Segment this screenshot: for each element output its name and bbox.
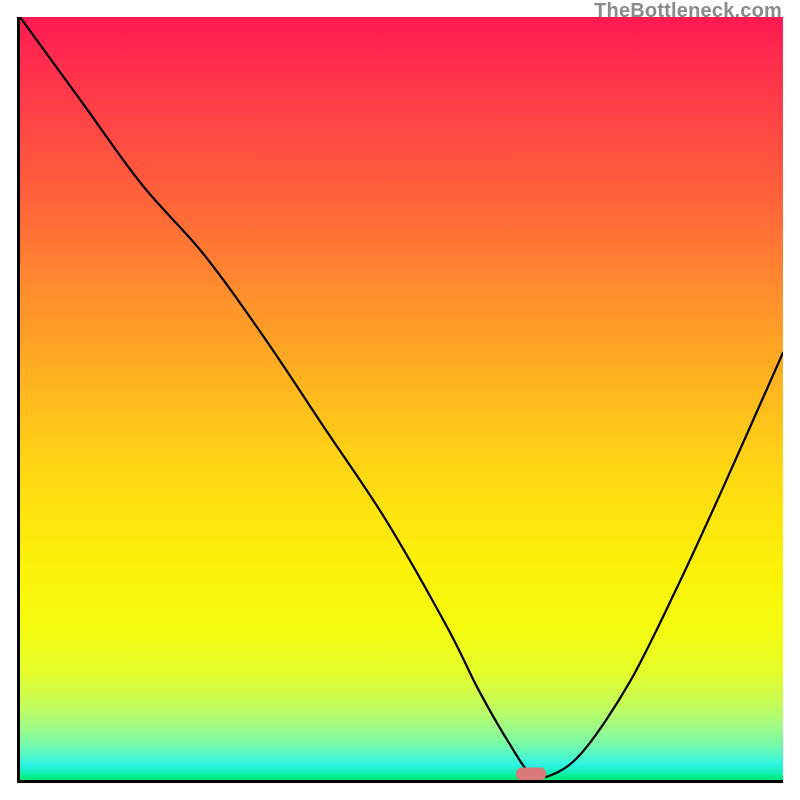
chart-container: TheBottleneck.com <box>0 0 800 800</box>
plot-area <box>17 17 783 783</box>
curve-svg <box>20 17 783 780</box>
optimum-marker <box>516 767 546 780</box>
bottleneck-curve <box>20 17 783 777</box>
